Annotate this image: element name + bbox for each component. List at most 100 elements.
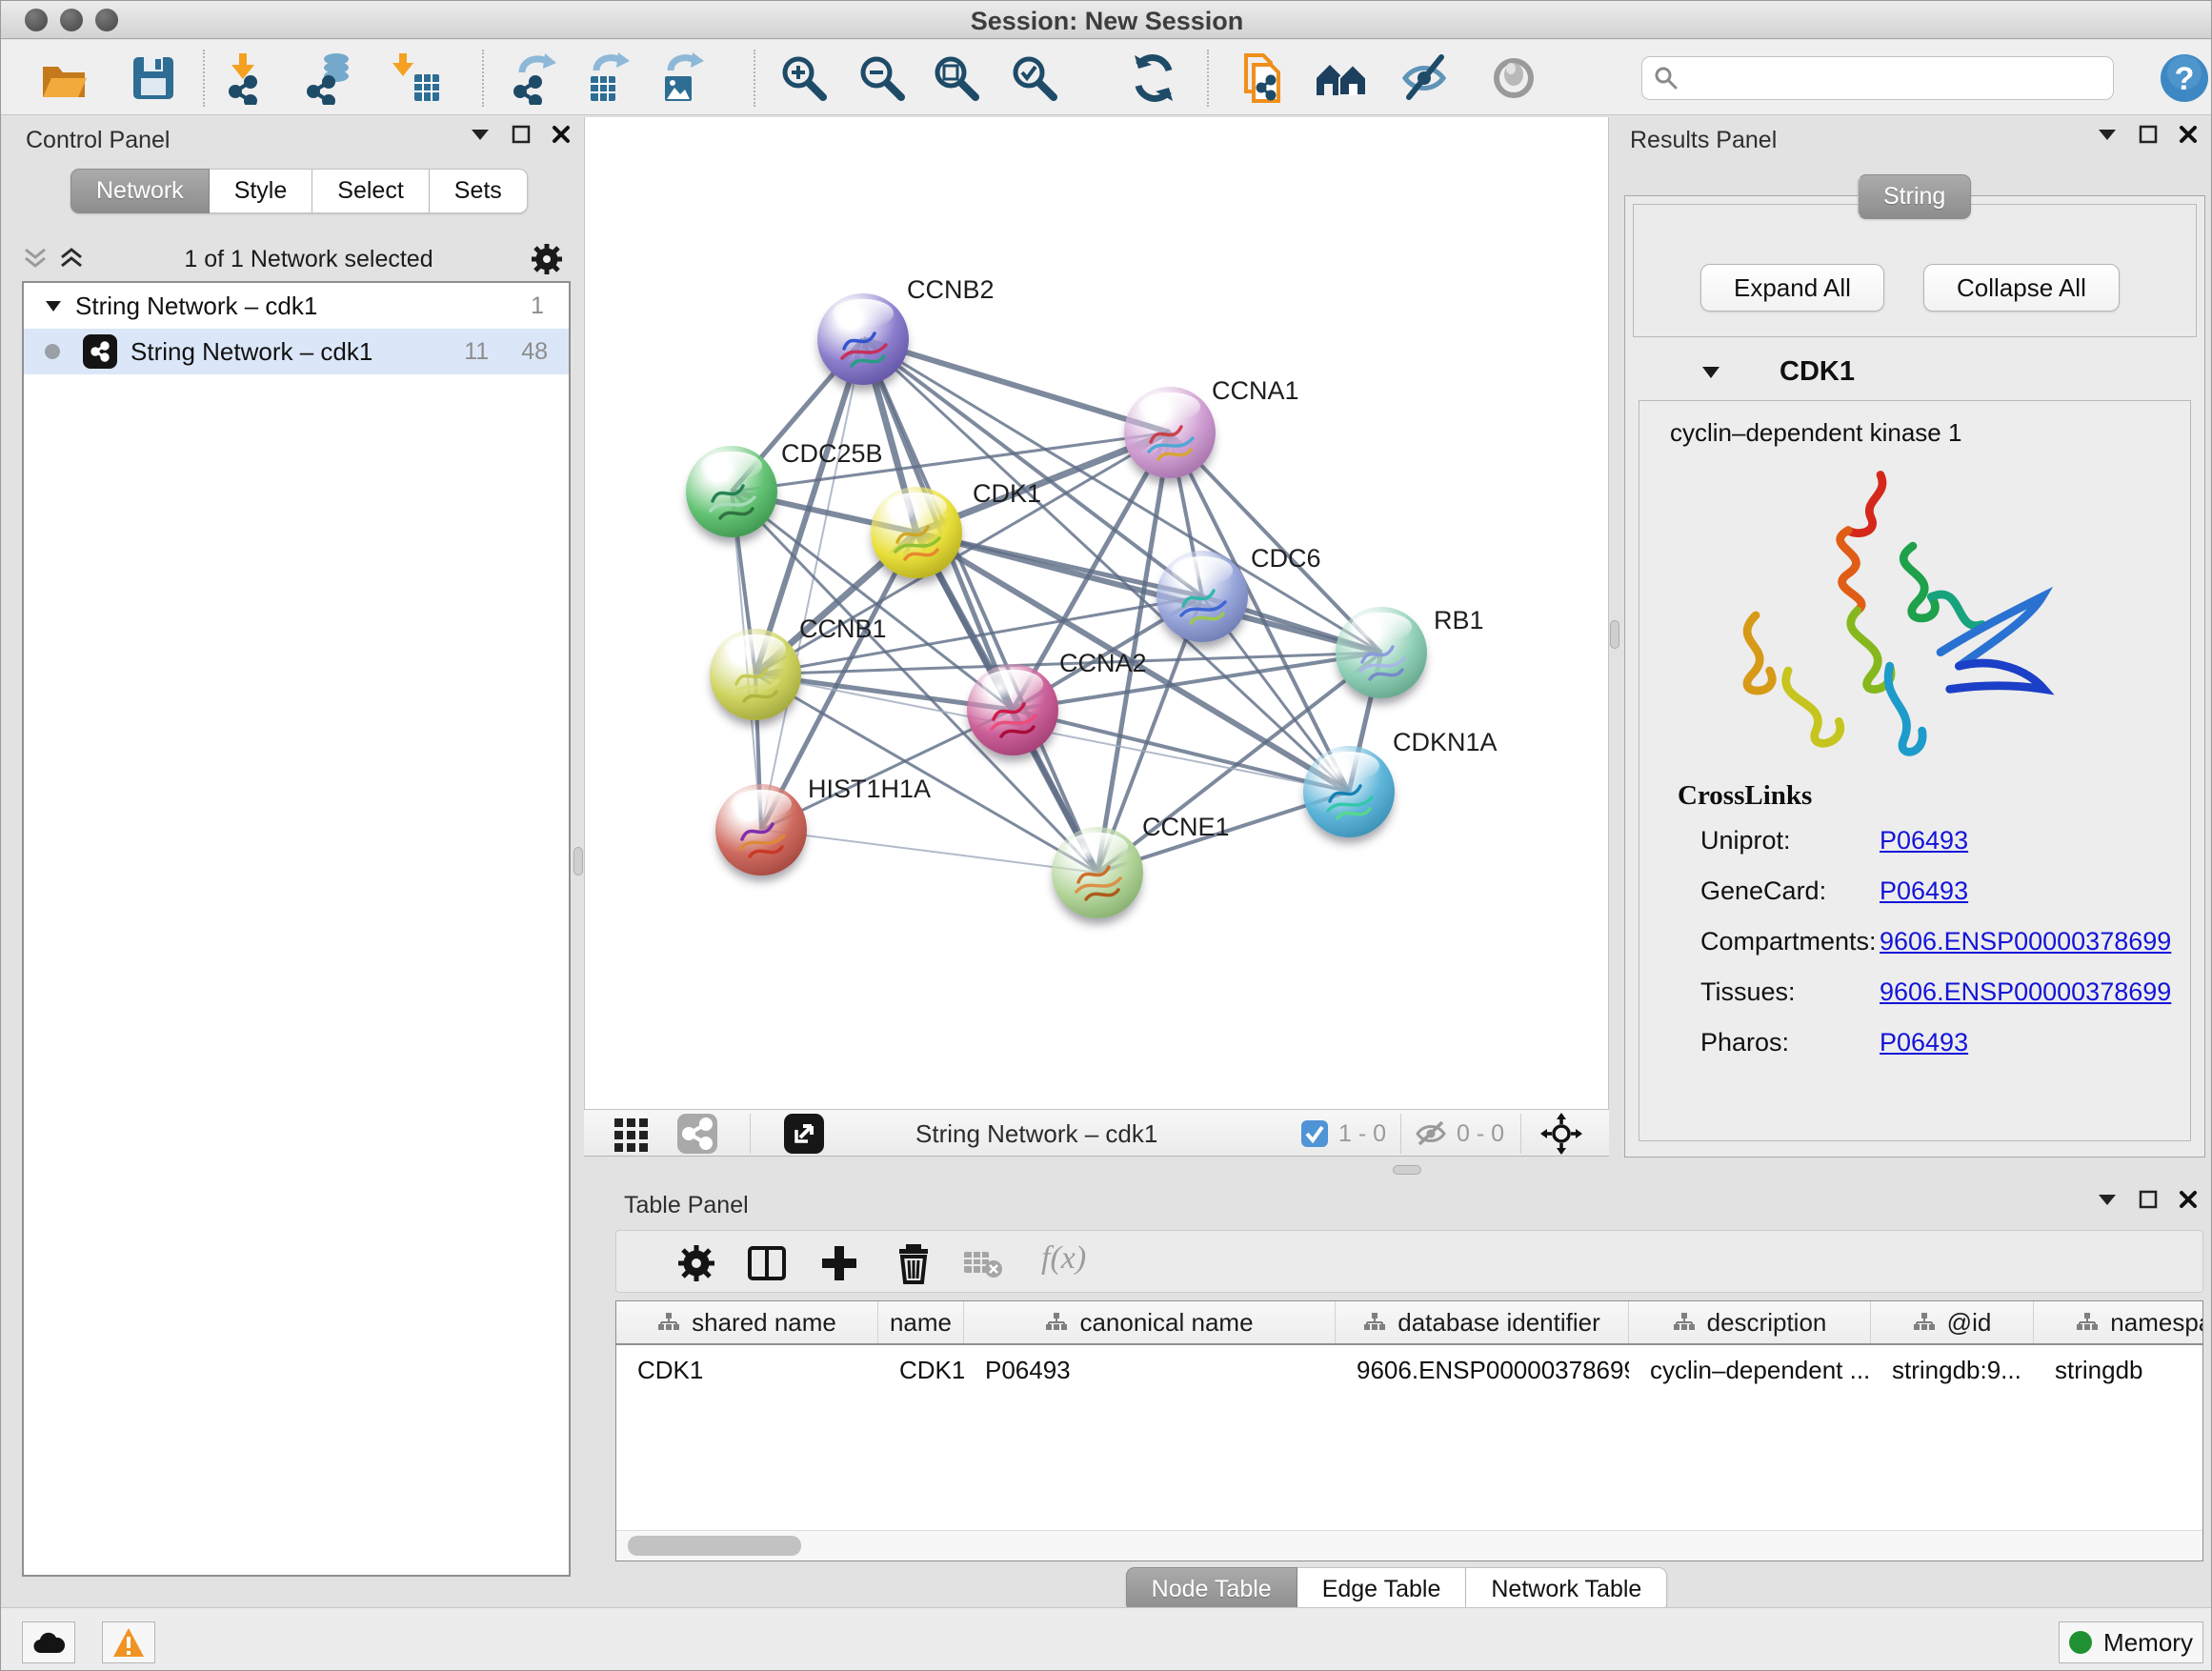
network-collection-row[interactable]: String Network – cdk1 1: [24, 283, 569, 329]
refresh-layout-icon[interactable]: [1127, 51, 1180, 105]
zoom-fit-icon[interactable]: [930, 51, 983, 105]
panel-menu-icon[interactable]: [470, 126, 491, 143]
open-session-icon[interactable]: [37, 51, 90, 105]
help-icon[interactable]: ?: [2158, 51, 2211, 105]
crosslink-row: Tissues: 9606.ENSP00000378699: [1700, 977, 2158, 1016]
crosslink-link[interactable]: 9606.ENSP00000378699: [1880, 977, 2171, 1007]
import-network-file-icon[interactable]: [224, 51, 277, 105]
network-node[interactable]: [1336, 607, 1427, 698]
tab-network-table[interactable]: Network Table: [1466, 1567, 1667, 1612]
close-panel-icon[interactable]: [552, 125, 571, 144]
tab-style[interactable]: Style: [210, 169, 313, 213]
panel-menu-icon[interactable]: [2097, 126, 2118, 143]
table-row[interactable]: CDK1CDK1P064939606.ENSP00000378699cyclin…: [616, 1345, 2202, 1395]
search-input[interactable]: [1688, 64, 2101, 93]
table-cell[interactable]: stringdb: [2034, 1356, 2203, 1385]
column-header[interactable]: @id: [1871, 1301, 2034, 1343]
crosslink-link[interactable]: P06493: [1880, 876, 1968, 906]
column-header[interactable]: database identifier: [1336, 1301, 1629, 1343]
network-node[interactable]: [686, 446, 777, 537]
global-search-field[interactable]: [1641, 56, 2114, 100]
crosslink-link[interactable]: P06493: [1880, 1028, 1968, 1057]
column-header[interactable]: canonical name: [964, 1301, 1336, 1343]
add-column-icon[interactable]: [818, 1242, 860, 1284]
column-header[interactable]: shared name: [616, 1301, 878, 1343]
float-panel-icon[interactable]: [512, 125, 531, 144]
hidden-elements-indicator[interactable]: 0 - 0: [1415, 1115, 1504, 1153]
float-panel-icon[interactable]: [2139, 125, 2158, 144]
table-cell[interactable]: cyclin–dependent ...: [1629, 1356, 1871, 1385]
network-node[interactable]: [967, 664, 1058, 755]
close-panel-icon[interactable]: [2179, 125, 2198, 144]
left-splitter-handle[interactable]: [573, 847, 583, 876]
warnings-button[interactable]: [102, 1621, 155, 1663]
panel-menu-icon[interactable]: [2097, 1191, 2118, 1208]
hide-selected-icon[interactable]: [1399, 51, 1453, 105]
tab-string[interactable]: String: [1858, 174, 1971, 219]
import-network-database-icon[interactable]: [302, 51, 355, 105]
crosslink-link[interactable]: 9606.ENSP00000378699: [1880, 927, 2171, 956]
pan-crosshair-icon[interactable]: [1540, 1115, 1582, 1153]
memory-button[interactable]: Memory: [2059, 1621, 2203, 1663]
network-canvas[interactable]: CCNB2 CCNA1 CDC25B CDK1 CDC6 RB1: [584, 117, 1609, 1109]
table-cell[interactable]: P06493: [964, 1356, 1336, 1385]
birdseye-view-icon[interactable]: [784, 1115, 824, 1153]
table-cell[interactable]: CDK1: [616, 1356, 878, 1385]
column-network-icon: [1673, 1312, 1696, 1333]
show-columns-icon[interactable]: [746, 1242, 788, 1284]
tab-edge-table[interactable]: Edge Table: [1297, 1567, 1467, 1612]
scrollbar-thumb[interactable]: [628, 1536, 801, 1556]
export-table-icon[interactable]: [583, 51, 636, 105]
import-table-file-icon[interactable]: [390, 51, 443, 105]
column-header[interactable]: namespace: [2034, 1301, 2203, 1343]
delete-column-icon[interactable]: [893, 1242, 935, 1284]
table-settings-gear-icon[interactable]: [675, 1242, 717, 1284]
table-cell[interactable]: 9606.ENSP00000378699: [1336, 1356, 1629, 1385]
selected-nodes-indicator[interactable]: 1 - 0: [1300, 1115, 1386, 1153]
gear-icon[interactable]: [531, 243, 563, 275]
network-node[interactable]: [710, 629, 801, 720]
network-type-icon: [83, 334, 117, 369]
tab-select[interactable]: Select: [312, 169, 429, 213]
protein-section-header[interactable]: CDK1: [1633, 345, 2197, 398]
export-network-icon[interactable]: [509, 51, 562, 105]
network-node[interactable]: [1156, 551, 1248, 642]
zoom-out-icon[interactable]: [855, 51, 909, 105]
float-panel-icon[interactable]: [2139, 1190, 2158, 1209]
expand-all-icon[interactable]: [58, 247, 87, 272]
first-neighbors-icon[interactable]: [1315, 51, 1368, 105]
column-header[interactable]: description: [1629, 1301, 1871, 1343]
tab-node-table[interactable]: Node Table: [1126, 1567, 1297, 1612]
network-node[interactable]: [871, 487, 962, 578]
save-session-icon[interactable]: [127, 51, 180, 105]
bottom-splitter-handle[interactable]: [1393, 1165, 1421, 1175]
grid-view-icon[interactable]: [613, 1115, 651, 1153]
table-cell[interactable]: stringdb:9...: [1871, 1356, 2034, 1385]
collapse-all-button[interactable]: Collapse All: [1923, 264, 2120, 312]
network-node[interactable]: [1052, 827, 1143, 918]
close-panel-icon[interactable]: [2179, 1190, 2198, 1209]
right-splitter-handle[interactable]: [1610, 620, 1619, 649]
network-node[interactable]: [817, 293, 909, 385]
network-row[interactable]: String Network – cdk1 11 48: [24, 329, 569, 374]
tab-network[interactable]: Network: [70, 169, 210, 213]
export-image-icon[interactable]: [657, 51, 711, 105]
zoom-selected-icon[interactable]: [1008, 51, 1061, 105]
clone-network-icon[interactable]: [1235, 51, 1288, 105]
tab-sets[interactable]: Sets: [430, 169, 528, 213]
section-disclosure-icon[interactable]: [1701, 365, 1720, 379]
network-node[interactable]: [1303, 746, 1395, 837]
column-header[interactable]: name: [878, 1301, 964, 1343]
network-node[interactable]: [715, 784, 807, 876]
network-node[interactable]: [1124, 387, 1216, 478]
table-horizontal-scrollbar[interactable]: [616, 1530, 2202, 1560]
collapse-all-icon[interactable]: [22, 247, 50, 272]
current-network-name: String Network – cdk1: [915, 1115, 1157, 1153]
table-cell[interactable]: CDK1: [878, 1356, 964, 1385]
collection-disclosure-icon[interactable]: [45, 299, 62, 312]
expand-all-button[interactable]: Expand All: [1700, 264, 1884, 312]
crosslink-link[interactable]: P06493: [1880, 826, 1968, 856]
zoom-in-icon[interactable]: [777, 51, 831, 105]
cloud-status-button[interactable]: [22, 1621, 75, 1663]
node-table[interactable]: shared namenamecanonical namedatabase id…: [615, 1300, 2203, 1561]
